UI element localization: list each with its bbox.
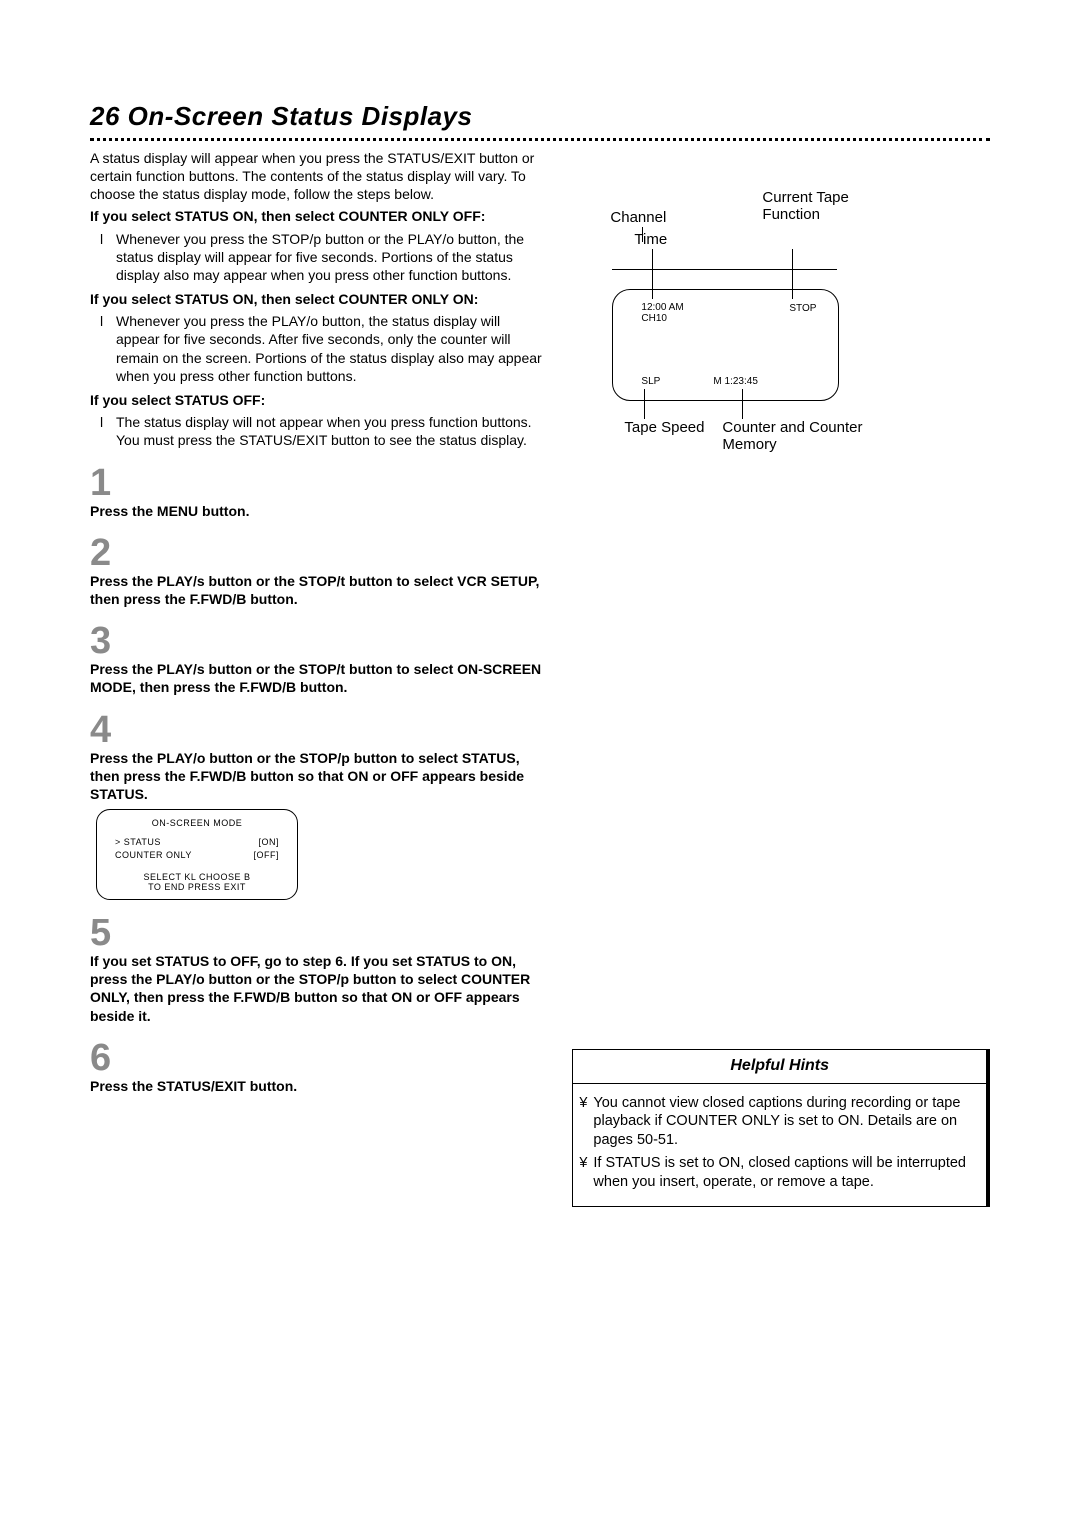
- menu-row-label: > STATUS: [115, 837, 161, 849]
- section1-heading: If you select STATUS ON, then select COU…: [90, 207, 542, 225]
- section2-text: Whenever you press the PLAY/o button, th…: [116, 312, 542, 385]
- menu-footer: SELECT KL CHOOSE B TO END PRESS EXIT: [107, 873, 287, 893]
- step-number-4: 4: [90, 711, 542, 749]
- menu-footer-2: TO END PRESS EXIT: [107, 883, 287, 893]
- step-2-text: Press the PLAY/s button or the STOP/t bu…: [90, 572, 542, 608]
- section3-bullet: l The status display will not appear whe…: [100, 413, 542, 449]
- screen-time-channel: 12:00 AM CH10: [641, 302, 683, 324]
- section2-heading: If you select STATUS ON, then select COU…: [90, 290, 542, 308]
- hints-body: ¥ You cannot view closed captions during…: [572, 1084, 990, 1207]
- page-title: 26 On-Screen Status Displays: [90, 100, 990, 134]
- hint-mark: ¥: [579, 1094, 593, 1151]
- screen-channel: CH10: [641, 313, 667, 324]
- step-number-5: 5: [90, 914, 542, 952]
- helpful-hints-box: Helpful Hints ¥ You cannot view closed c…: [572, 1049, 990, 1207]
- label-counter-memory: Counter and Counter Memory: [722, 419, 902, 454]
- hint-mark: ¥: [579, 1154, 593, 1192]
- content-columns: A status display will appear when you pr…: [90, 149, 990, 1207]
- screen-time: 12:00 AM: [641, 302, 683, 313]
- hints-title: Helpful Hints: [572, 1049, 990, 1084]
- hint-text-2: If STATUS is set to ON, closed captions …: [593, 1154, 976, 1192]
- menu-row-counter: COUNTER ONLY [OFF]: [107, 849, 287, 863]
- bullet-mark: l: [100, 413, 116, 449]
- menu-title: ON-SCREEN MODE: [107, 818, 287, 830]
- step-number-6: 6: [90, 1039, 542, 1077]
- section2-bullet: l Whenever you press the PLAY/o button, …: [100, 312, 542, 385]
- section3-heading: If you select STATUS OFF:: [90, 391, 542, 409]
- screen-slp: SLP: [641, 375, 660, 388]
- step-1-text: Press the MENU button.: [90, 502, 542, 520]
- tv-screen-box: 12:00 AM CH10 STOP SLP M 1:23:45: [612, 289, 839, 401]
- label-channel: Channel: [610, 209, 666, 226]
- status-display-diagram: Channel Time Current Tape Function Tape …: [582, 209, 902, 529]
- step-3-text: Press the PLAY/s button or the STOP/t bu…: [90, 660, 542, 696]
- intro-text: A status display will appear when you pr…: [90, 149, 542, 204]
- step-5-text: If you set STATUS to OFF, go to step 6. …: [90, 952, 542, 1025]
- bullet-mark: l: [100, 230, 116, 285]
- step-number-1: 1: [90, 464, 542, 502]
- screen-counter: M 1:23:45: [713, 375, 757, 388]
- section3-text: The status display will not appear when …: [116, 413, 542, 449]
- step-number-3: 3: [90, 622, 542, 660]
- menu-row-value: [ON]: [258, 837, 279, 849]
- label-current-function: Current Tape Function: [762, 189, 902, 224]
- right-column: Channel Time Current Tape Function Tape …: [572, 149, 990, 1207]
- left-column: A status display will appear when you pr…: [90, 149, 542, 1207]
- step-6-text: Press the STATUS/EXIT button.: [90, 1077, 542, 1095]
- screen-stop: STOP: [789, 302, 816, 315]
- dotted-rule: [90, 138, 990, 141]
- onscreen-menu-diagram: ON-SCREEN MODE > STATUS [ON] COUNTER ONL…: [96, 809, 298, 900]
- menu-row-status: > STATUS [ON]: [107, 836, 287, 850]
- hint-item-2: ¥ If STATUS is set to ON, closed caption…: [579, 1154, 976, 1192]
- label-time: Time: [634, 231, 667, 248]
- bullet-mark: l: [100, 312, 116, 385]
- menu-row-value: [OFF]: [254, 850, 280, 862]
- label-tape-speed: Tape Speed: [624, 419, 704, 436]
- hint-text-1: You cannot view closed captions during r…: [593, 1094, 976, 1151]
- step-4-text: Press the PLAY/o button or the STOP/p bu…: [90, 749, 542, 804]
- step-number-2: 2: [90, 534, 542, 572]
- section1-text: Whenever you press the STOP/p button or …: [116, 230, 542, 285]
- hint-item-1: ¥ You cannot view closed captions during…: [579, 1094, 976, 1151]
- section1-bullet: l Whenever you press the STOP/p button o…: [100, 230, 542, 285]
- menu-row-label: COUNTER ONLY: [115, 850, 192, 862]
